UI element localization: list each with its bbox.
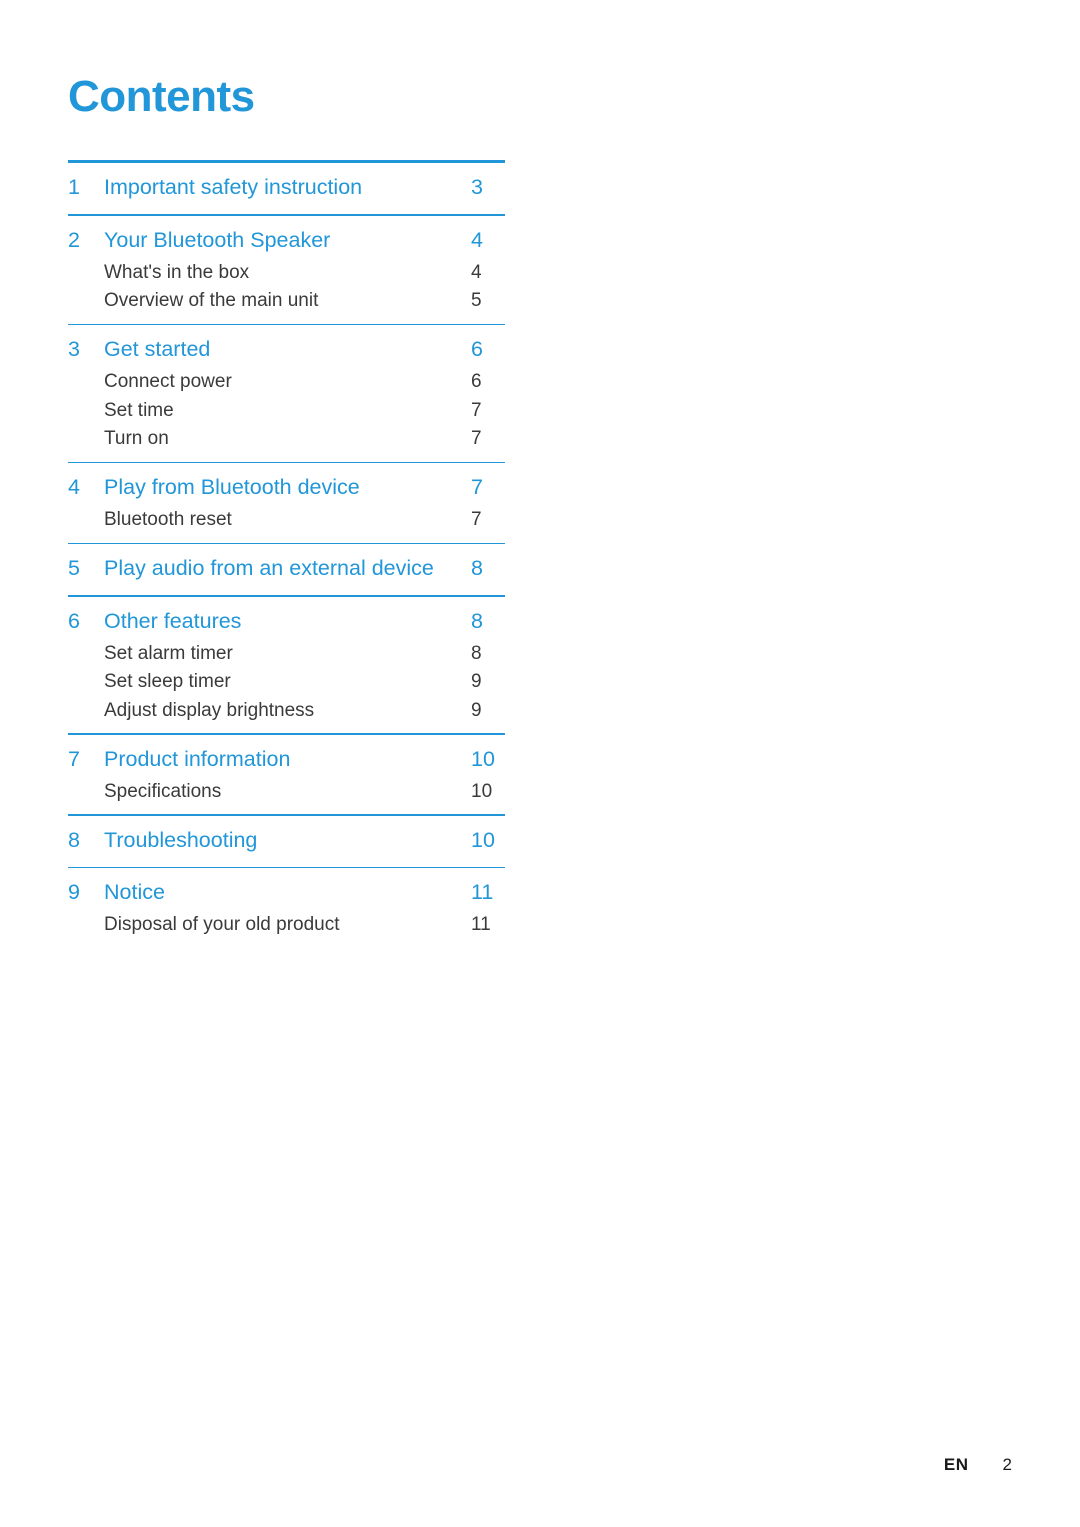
- toc-chapter-number: 2: [68, 227, 80, 252]
- toc-entry-page: 7: [471, 428, 482, 449]
- toc-entry-label: Disposal of your old product: [104, 914, 340, 935]
- toc-entry-label: Adjust display brightness: [104, 699, 315, 721]
- toc-chapter-page: 11: [471, 880, 494, 904]
- toc-chapter[interactable]: 9 Notice 11: [68, 868, 505, 911]
- toc-chapter[interactable]: 3 Get started 6: [68, 325, 505, 368]
- toc-chapter-number: 6: [68, 608, 80, 633]
- toc-entry-label: Set sleep timer: [104, 671, 231, 692]
- page-title: Contents: [68, 72, 255, 121]
- page-footer: EN 2: [944, 1455, 1012, 1475]
- toc-chapter-page: 8: [471, 556, 483, 580]
- toc-entry-page: 7: [471, 399, 482, 421]
- toc-entry-label: Connect power: [104, 371, 232, 392]
- toc-chapter-number: 5: [68, 556, 80, 580]
- toc-entry[interactable]: Set sleep timer 9: [68, 668, 505, 697]
- toc-entry[interactable]: Connect power 6: [68, 368, 505, 397]
- toc-group: 8 Troubleshooting 10: [68, 816, 505, 867]
- toc-entry-label: Set time: [104, 399, 174, 421]
- toc-entry[interactable]: Adjust display brightness 9: [68, 697, 505, 726]
- footer-page-number: 2: [1002, 1455, 1012, 1474]
- toc-entry-label: Specifications: [104, 780, 222, 802]
- toc-entry[interactable]: Specifications 10: [68, 778, 505, 807]
- toc-chapter-label: Your Bluetooth Speaker: [104, 227, 331, 252]
- toc-chapter-number: 4: [68, 475, 80, 499]
- toc-chapter-page: 8: [471, 608, 483, 633]
- toc-chapter-number: 7: [68, 746, 80, 771]
- toc-entry-label: Bluetooth reset: [104, 509, 232, 530]
- footer-language: EN: [943, 1455, 969, 1474]
- toc-group: 6 Other features 8 Set alarm timer 8 Set slee…: [68, 597, 505, 734]
- toc-entry-label: Turn on: [104, 428, 169, 449]
- toc-group: 1 Important safety instruction 3: [68, 163, 505, 214]
- toc-chapter-page: 4: [471, 227, 483, 252]
- toc-chapter-page: 3: [471, 175, 483, 199]
- toc-entry-page: 6: [471, 371, 482, 392]
- toc-chapter-page: 7: [471, 475, 483, 499]
- toc-chapter[interactable]: 1 Important safety instruction 3: [68, 163, 505, 206]
- toc-chapter-page: 10: [471, 746, 495, 771]
- toc-entry-page: 9: [471, 699, 482, 721]
- toc-chapter-label: Get started: [104, 337, 211, 361]
- toc-chapter-number: 1: [68, 175, 80, 199]
- table-of-contents: 1 Important safety instruction 3 2 Your Blue…: [68, 160, 505, 948]
- toc-chapter-number: 9: [68, 880, 80, 904]
- toc-chapter-label: Notice: [104, 880, 165, 904]
- toc-chapter-page: 6: [471, 337, 483, 361]
- toc-chapter[interactable]: 2 Your Bluetooth Speaker 4: [68, 216, 505, 259]
- toc-chapter-label: Other features: [104, 608, 242, 633]
- toc-entry[interactable]: Turn on 7: [68, 425, 505, 454]
- toc-entry-page: 5: [471, 290, 482, 311]
- toc-entry[interactable]: Set time 7: [68, 397, 505, 426]
- toc-entry-label: Overview of the main unit: [104, 290, 319, 311]
- toc-entry-label: Set alarm timer: [104, 642, 233, 664]
- toc-entry[interactable]: Bluetooth reset 7: [68, 506, 505, 535]
- toc-entry-page: 11: [471, 914, 491, 935]
- toc-entry[interactable]: Overview of the main unit 5: [68, 287, 505, 316]
- toc-chapter[interactable]: 7 Product information 10: [68, 735, 505, 778]
- toc-entry[interactable]: Disposal of your old product 11: [68, 911, 505, 940]
- toc-group: 9 Notice 11 Disposal of your old product 11: [68, 868, 505, 948]
- toc-chapter-number: 3: [68, 337, 80, 361]
- toc-group: 2 Your Bluetooth Speaker 4 What's in the bo…: [68, 216, 505, 324]
- toc-chapter-label: Play audio from an external device: [104, 556, 434, 580]
- toc-chapter-label: Product information: [104, 746, 291, 771]
- document-page: Contents 1 Important safety instruction 3 2…: [0, 0, 1080, 1527]
- toc-group: 4 Play from Bluetooth device 7 Bluetooth re…: [68, 463, 505, 543]
- toc-chapter-number: 8: [68, 827, 80, 852]
- toc-chapter[interactable]: 4 Play from Bluetooth device 7: [68, 463, 505, 506]
- toc-entry-page: 4: [471, 261, 482, 283]
- toc-chapter-page: 10: [471, 827, 495, 852]
- toc-chapter-label: Troubleshooting: [104, 827, 258, 852]
- toc-entry-page: 7: [471, 509, 482, 530]
- toc-chapter[interactable]: 6 Other features 8: [68, 597, 505, 640]
- toc-entry-page: 10: [471, 780, 493, 802]
- toc-group: 7 Product information 10 Specifications 10: [68, 735, 505, 815]
- toc-entry[interactable]: Set alarm timer 8: [68, 640, 505, 669]
- toc-chapter[interactable]: 8 Troubleshooting 10: [68, 816, 505, 859]
- toc-group: 3 Get started 6 Connect power 6 Set time 7 Turn…: [68, 325, 505, 462]
- toc-entry-page: 9: [471, 671, 482, 692]
- toc-entry[interactable]: What's in the box 4: [68, 259, 505, 288]
- toc-chapter-label: Important safety instruction: [104, 175, 363, 199]
- toc-entry-page: 8: [471, 642, 482, 664]
- toc-chapter-label: Play from Bluetooth device: [104, 475, 360, 499]
- toc-entry-label: What's in the box: [104, 261, 250, 283]
- toc-group: 5 Play audio from an external device 8: [68, 544, 505, 595]
- toc-chapter[interactable]: 5 Play audio from an external device 8: [68, 544, 505, 587]
